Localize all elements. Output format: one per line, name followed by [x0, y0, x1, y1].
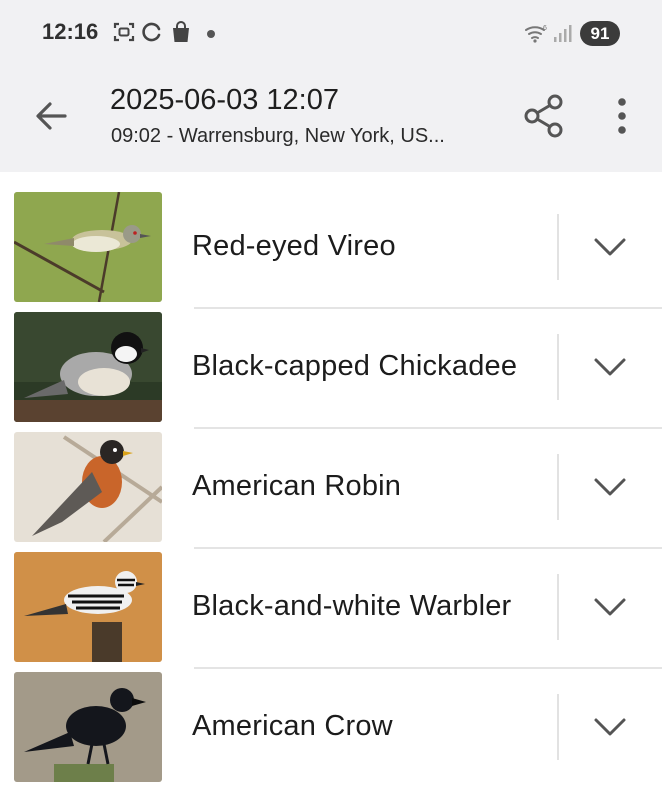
species-name: Red-eyed Vireo: [192, 230, 396, 262]
chevron-down-icon: [594, 598, 626, 616]
bird-photo: [14, 192, 162, 302]
species-name: American Crow: [192, 710, 393, 742]
wifi-icon: 6: [524, 22, 550, 49]
species-name: Black-capped Chickadee: [192, 350, 518, 382]
list-item[interactable]: Black-and-white Warbler: [0, 532, 662, 669]
status-time: 12:16: [42, 19, 99, 44]
list-item[interactable]: American Robin: [0, 412, 662, 549]
signal-icon: [553, 23, 573, 48]
screen: 12:16 6 91 2025-06-03 12:07 09:02 - Warr…: [0, 0, 662, 800]
divider: [557, 694, 559, 760]
svg-text:6: 6: [543, 25, 547, 32]
share-icon: [524, 94, 563, 138]
bird-photo: [14, 432, 162, 542]
status-bar: 12:16 6 91: [0, 0, 662, 68]
share-button[interactable]: [518, 90, 570, 142]
divider: [557, 334, 559, 400]
battery-indicator: 91: [580, 21, 620, 46]
bird-photo: [14, 672, 162, 782]
page-subtitle: 09:02 - Warrensburg, New York, US...: [111, 125, 445, 147]
back-button[interactable]: [26, 90, 78, 142]
page-title: 2025-06-03 12:07: [110, 84, 339, 116]
chevron-down-icon: [594, 478, 626, 496]
divider: [557, 574, 559, 640]
screenshot-icon: [112, 20, 136, 49]
chevron-down-icon: [594, 238, 626, 256]
more-options-button[interactable]: [600, 92, 644, 144]
list-item[interactable]: American Crow: [0, 652, 662, 782]
expand-button[interactable]: [588, 224, 632, 268]
app-bar: 2025-06-03 12:07 09:02 - Warrensburg, Ne…: [0, 68, 662, 172]
chevron-down-icon: [594, 358, 626, 376]
expand-button[interactable]: [588, 464, 632, 508]
expand-button[interactable]: [588, 704, 632, 748]
divider: [557, 214, 559, 280]
notification-dot: [207, 30, 215, 38]
species-name: Black-and-white Warbler: [192, 590, 512, 622]
bird-photo: [14, 552, 162, 662]
more-vert-icon: [618, 98, 626, 134]
chevron-down-icon: [594, 718, 626, 736]
sync-icon: [140, 20, 164, 49]
divider: [557, 454, 559, 520]
list-item[interactable]: Red-eyed Vireo: [0, 172, 662, 309]
shopping-bag-icon: [170, 20, 192, 49]
back-arrow-icon: [36, 102, 67, 130]
expand-button[interactable]: [588, 584, 632, 628]
list-item[interactable]: Black-capped Chickadee: [0, 292, 662, 429]
species-name: American Robin: [192, 470, 402, 502]
bird-photo: [14, 312, 162, 422]
expand-button[interactable]: [588, 344, 632, 388]
